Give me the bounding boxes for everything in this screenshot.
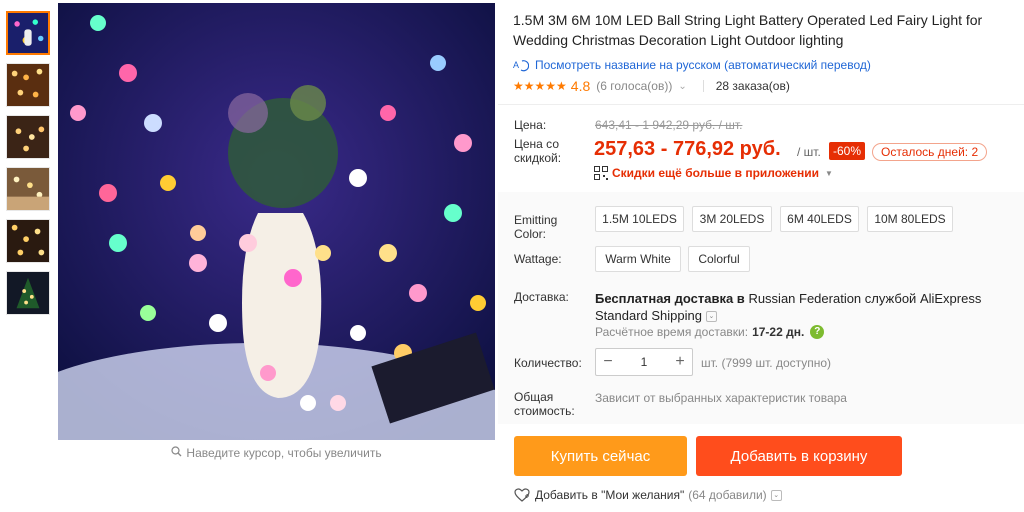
caret-down-icon[interactable]: ▼	[825, 169, 833, 178]
discount-badge: -60%	[829, 142, 866, 160]
quantity-available: шт. (7999 шт. доступно)	[701, 356, 832, 370]
buy-now-button[interactable]: Купить сейчас	[514, 436, 687, 476]
zoom-hint: Наведите курсор, чтобы увеличить	[58, 446, 495, 460]
divider	[702, 80, 704, 92]
chevron-down-icon[interactable]: ⌄	[770, 489, 782, 501]
chevron-down-icon[interactable]: ⌄	[705, 311, 717, 323]
discount-price-label-line1: Цена со	[514, 137, 559, 151]
total-label-line2: стоимость:	[514, 404, 575, 418]
option-wattage-colorful[interactable]: Colorful	[688, 246, 750, 272]
eta-label: Расчётное время доставки:	[595, 325, 749, 339]
option-emitting-3[interactable]: 6M 40LEDS	[780, 206, 859, 232]
thumbnail-5[interactable]	[6, 219, 50, 263]
emitting-color-label: Emitting Color:	[514, 213, 557, 241]
delivery-eta: Расчётное время доставки: 17-22 дн. ?	[595, 325, 825, 339]
svg-text:A: A	[513, 60, 519, 70]
wishlist-text[interactable]: Добавить в "Мои желания"	[535, 488, 684, 502]
heart-icon[interactable]	[514, 488, 530, 502]
total-label: Общая стоимость:	[514, 390, 575, 418]
rating-votes[interactable]: (6 голоса(ов))	[596, 79, 672, 93]
discount-price-label-line2: скидкой:	[514, 151, 562, 165]
app-discount-text[interactable]: Скидки ещё больше в приложении	[612, 166, 819, 180]
emitting-color-label-line2: Color:	[514, 227, 547, 241]
shipping-label: Доставка:	[514, 290, 569, 304]
quantity-plus-button[interactable]: +	[668, 353, 692, 371]
shipping-service-line1: AliExpress	[919, 291, 982, 306]
thumbnail-6[interactable]	[6, 271, 50, 315]
add-to-cart-button[interactable]: Добавить в корзину	[696, 436, 902, 476]
quantity-label: Количество:	[514, 356, 582, 370]
option-emitting-2[interactable]: 3M 20LEDS	[692, 206, 772, 232]
thumbnail-4[interactable]	[6, 167, 50, 211]
thumbnail-3[interactable]	[6, 115, 50, 159]
rating-stars-icon: ★★★★★	[513, 79, 567, 93]
rating-value: 4.8	[570, 78, 591, 94]
wishlist-link[interactable]: Добавить в "Мои желания" (64 добавили) ⌄	[514, 488, 782, 502]
shipping-via: службой	[864, 291, 917, 306]
quantity-stepper: − 1 +	[595, 348, 693, 376]
original-price: 643,41 - 1 942,29 руб. / шт.	[595, 118, 743, 132]
option-emitting-4[interactable]: 10M 80LEDS	[867, 206, 953, 232]
product-info: 1.5M 3M 6M 10M LED Ball String Light Bat…	[513, 10, 1018, 94]
option-emitting-1[interactable]: 1.5M 10LEDS	[595, 206, 684, 232]
translate-link[interactable]: A Посмотреть название на русском (автома…	[513, 58, 1018, 72]
total-note: Зависит от выбранных характеристик товар…	[595, 391, 847, 405]
option-wattage-warm-white[interactable]: Warm White	[595, 246, 681, 272]
shipping-service-line2: Standard Shipping	[595, 308, 702, 323]
app-discount-link[interactable]: Скидки ещё больше в приложении ▼	[594, 166, 833, 180]
wattage-label: Wattage:	[514, 252, 562, 266]
discount-price-label: Цена со скидкой:	[514, 137, 561, 165]
shipping-country[interactable]: Russian Federation	[748, 291, 861, 306]
eta-value: 17-22 дн.	[752, 325, 805, 339]
shipping-info: Бесплатная доставка в Russian Federation…	[595, 290, 1015, 324]
quantity-input[interactable]: 1	[620, 355, 668, 369]
magnifier-icon	[171, 446, 182, 460]
translate-icon: A	[513, 58, 530, 72]
thumbnail-list	[6, 11, 50, 323]
translate-link-text[interactable]: Посмотреть название на русском (автомати…	[535, 58, 871, 72]
wishlist-count: (64 добавили)	[688, 488, 767, 502]
price-label: Цена:	[514, 118, 547, 132]
divider	[498, 104, 1024, 105]
product-page: Наведите курсор, чтобы увеличить 1.5M 3M…	[0, 0, 1024, 512]
discounted-price: 257,63 - 776,92 руб.	[594, 138, 781, 160]
help-icon[interactable]: ?	[810, 325, 825, 339]
emitting-color-label-line1: Emitting	[514, 213, 558, 227]
thumbnail-2[interactable]	[6, 63, 50, 107]
rating-row: ★★★★★ 4.8 (6 голоса(ов)) ⌄ 28 заказа(ов)	[513, 78, 1018, 94]
shipping-free: Бесплатная доставка в	[595, 291, 745, 306]
chevron-down-icon[interactable]: ⌄	[678, 81, 686, 92]
total-label-line1: Общая	[514, 390, 554, 404]
days-left-badge: Осталось дней: 2	[872, 143, 988, 161]
per-unit: / шт.	[797, 145, 821, 159]
quantity-minus-button[interactable]: −	[596, 353, 620, 371]
main-product-image[interactable]	[58, 3, 495, 440]
zoom-hint-text: Наведите курсор, чтобы увеличить	[186, 446, 382, 460]
qr-code-icon	[594, 166, 608, 180]
orders-count: 28 заказа(ов)	[715, 79, 790, 93]
thumbnail-1[interactable]	[6, 11, 50, 55]
product-title: 1.5M 3M 6M 10M LED Ball String Light Bat…	[513, 12, 983, 48]
